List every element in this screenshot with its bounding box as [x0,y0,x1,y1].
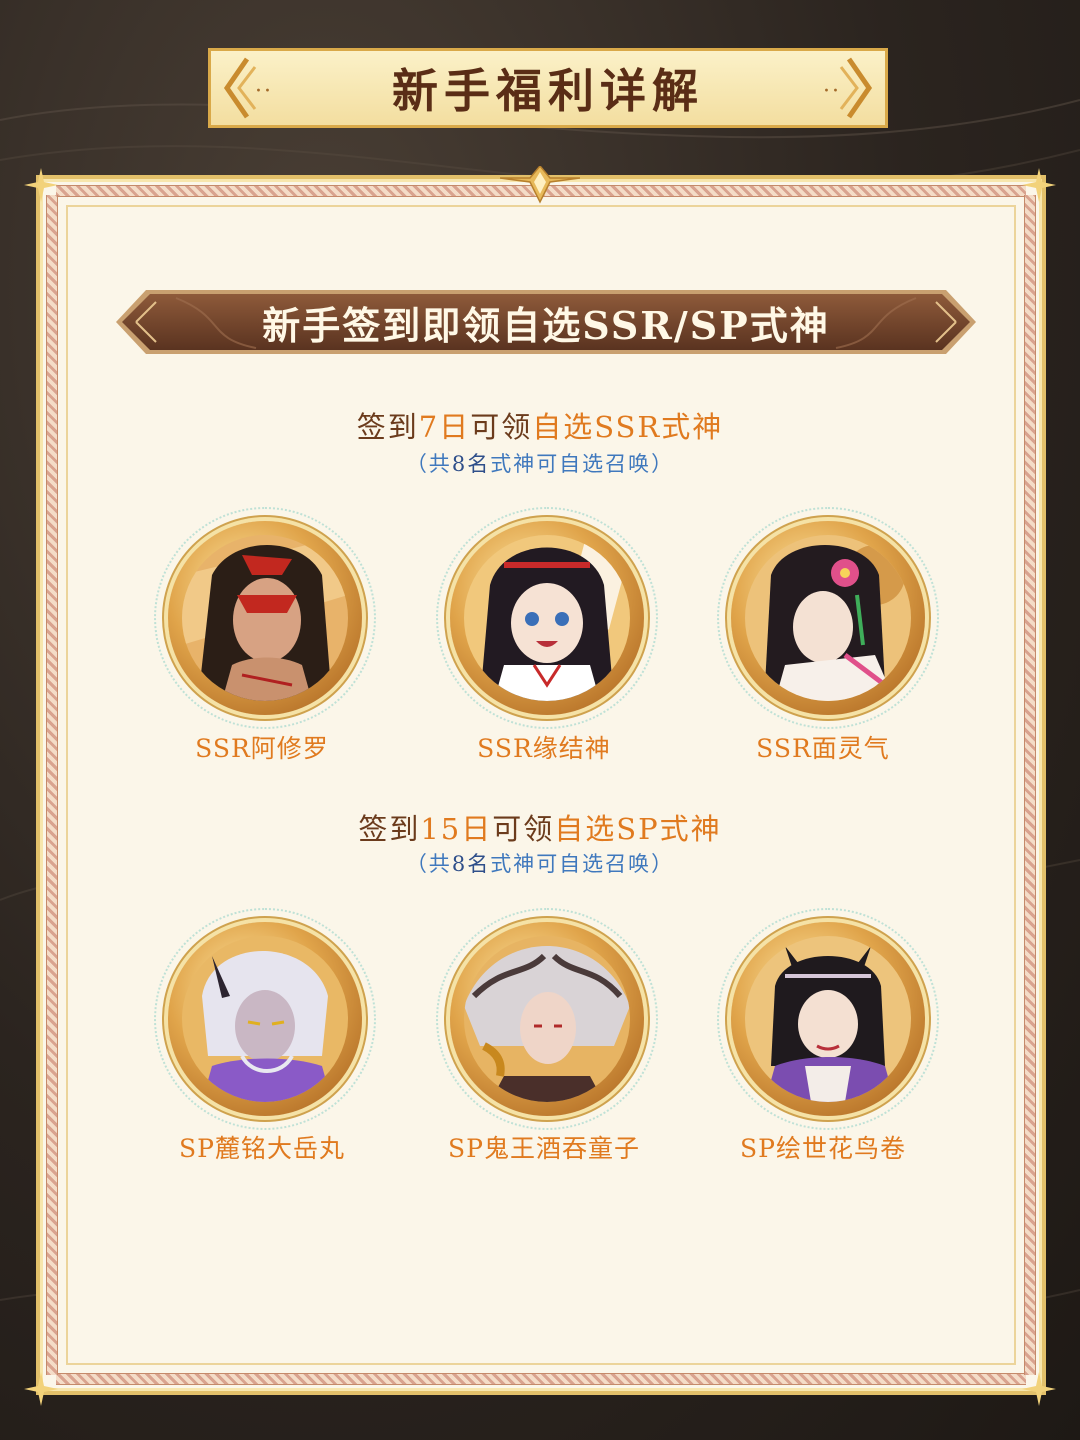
character-name-label: SSR阿修罗 [195,734,329,763]
character-medal-asura[interactable] [154,507,376,729]
note-part: 可自选召唤） [536,852,675,876]
enmusubi-portrait-icon [464,535,630,701]
card-border-stripe-left [46,195,58,1375]
corner-sparkle-icon [1022,168,1056,202]
note-part: 名 [467,852,491,876]
heading-part: 自选SP式神 [554,812,722,846]
character-medal-menreiki[interactable] [717,507,939,729]
character-name-label: SP绘世花鸟卷 [740,1134,906,1163]
heading-part: 7日 [418,410,471,444]
character-medal-kacho-fugetsu[interactable] [717,908,939,1130]
character-medal-shuten-doji[interactable] [436,908,658,1130]
section-note-ssr: （共8名式神可自选召唤） [0,448,1080,478]
note-part: 式神 [490,852,537,876]
title-dots-left: ·· [255,79,273,104]
card-inner-frame [66,205,1016,1365]
heading-part: 可领 [470,410,533,444]
note-part: 名 [467,452,491,476]
banner-title: 新手签到即领自选SSR/SP式神 [262,302,830,348]
ootakemaru-portrait-icon [182,936,348,1102]
heading-part: 自选SSR式神 [532,410,724,444]
corner-sparkle-icon [24,168,58,202]
plaque-right-ornament-icon [839,57,873,119]
note-part: 可自选召唤） [536,452,675,476]
page-title: 新手福利详解 [392,64,704,118]
plaque-left-ornament-icon [223,57,257,119]
note-part: （共 [405,452,452,476]
note-part: 8 [451,452,468,476]
card-border-stripe-right [1024,195,1036,1375]
character-medal-ootakemaru[interactable] [154,908,376,1130]
character-medal-enmusubi[interactable] [436,507,658,729]
corner-sparkle-icon [24,1372,58,1406]
corner-sparkle-icon [1022,1372,1056,1406]
menreiki-portrait-icon [745,535,911,701]
character-name-label: SP麓铭大岳丸 [179,1134,345,1163]
character-name-label: SSR面灵气 [756,734,890,763]
title-plaque: ·· 新手福利详解 ·· [208,48,888,128]
note-part: 式神 [490,452,537,476]
section-heading-ssr: 签到7日可领自选SSR式神 [0,404,1080,446]
heading-part: 可领 [492,812,555,846]
shuten-doji-portrait-icon [464,936,630,1102]
note-part: （共 [405,852,452,876]
asura-portrait-icon [182,535,348,701]
heading-part: 签到 [356,410,419,444]
card-border-stripe-bottom [56,1373,1026,1385]
heading-part: 签到 [358,812,421,846]
character-name-label: SP鬼王酒吞童子 [448,1134,640,1163]
note-part: 8 [451,852,468,876]
kacho-fugetsu-portrait-icon [745,936,911,1102]
top-diamond-ornament-icon [500,166,580,204]
section-heading-sp: 签到15日可领自选SP式神 [0,806,1080,848]
character-name-label: SSR缘结神 [477,734,611,763]
heading-part: 15日 [420,812,493,846]
content-card [36,175,1046,1395]
section-note-sp: （共8名式神可自选召唤） [0,848,1080,878]
